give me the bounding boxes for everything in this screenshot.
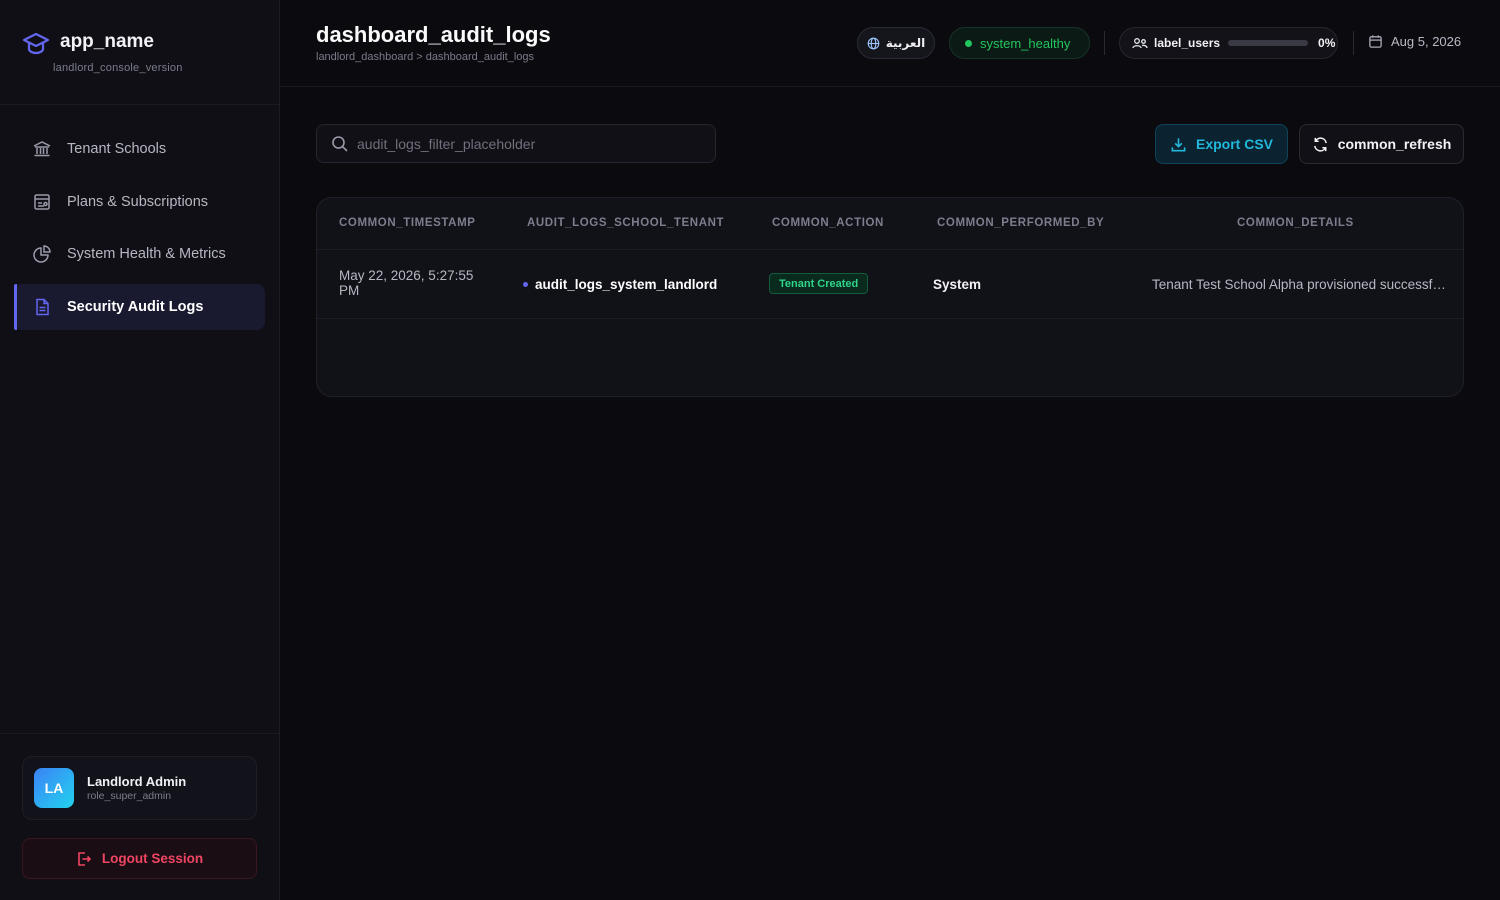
divider [1353, 31, 1354, 55]
school-building-icon [32, 139, 52, 159]
column-header-performed-by[interactable]: COMMON_PERFORMED_BY [937, 217, 1104, 229]
tenant-dot [523, 282, 528, 287]
current-date: Aug 5, 2026 [1368, 34, 1461, 49]
graduation-cap-icon [22, 32, 50, 55]
sidebar-item-label: Plans & Subscriptions [67, 193, 209, 210]
date-label: Aug 5, 2026 [1391, 34, 1462, 49]
language-label: العربية [885, 36, 926, 50]
sidebar-footer: LA Landlord Admin role_super_admin Logou… [0, 733, 279, 900]
sidebar-nav: Tenant Schools Plans & Subscriptions Sys… [14, 126, 265, 336]
toolbar: Export CSV common_refresh [316, 124, 1464, 164]
sidebar-item-label: System Health & Metrics [67, 246, 226, 262]
column-header-tenant[interactable]: AUDIT_LOGS_SCHOOL_TENANT [527, 217, 724, 229]
document-icon [32, 297, 52, 317]
subscription-card-icon [32, 192, 52, 212]
audit-logs-table: COMMON_TIMESTAMP AUDIT_LOGS_SCHOOL_TENAN… [316, 197, 1464, 397]
health-status-dot [965, 39, 972, 47]
tenant-name: audit_logs_system_landlord [535, 277, 718, 292]
users-label: label_users [1154, 36, 1221, 50]
sidebar-item-system-health[interactable]: System Health & Metrics [14, 231, 265, 277]
globe-icon [867, 37, 880, 49]
refresh-icon [1313, 136, 1327, 152]
search-icon [332, 135, 348, 152]
breadcrumb: landlord_dashboard > dashboard_audit_log… [316, 51, 535, 63]
download-icon [1171, 137, 1186, 151]
pie-chart-icon [32, 244, 52, 264]
sidebar-item-security-audit-logs[interactable]: Security Audit Logs [14, 283, 265, 330]
sidebar-item-label: Tenant Schools [67, 141, 167, 157]
refresh-button[interactable]: common_refresh [1299, 124, 1464, 164]
cell-tenant: audit_logs_system_landlord [523, 277, 717, 292]
sidebar-item-plans-subscriptions[interactable]: Plans & Subscriptions [14, 179, 265, 225]
divider [1104, 31, 1105, 55]
logout-icon [78, 851, 92, 866]
health-label: system_healthy [980, 35, 1071, 51]
brand: app_name landlord_console_version [0, 0, 279, 105]
cell-timestamp: May 22, 2026, 5:27:55 PM [339, 268, 474, 298]
sidebar-item-tenant-schools[interactable]: Tenant Schools [14, 126, 265, 172]
column-header-timestamp[interactable]: COMMON_TIMESTAMP [339, 217, 476, 229]
cell-performed-by: System [933, 277, 982, 292]
logout-button[interactable]: Logout Session [22, 838, 257, 879]
sidebar: app_name landlord_console_version Tenant… [0, 0, 280, 900]
export-csv-button[interactable]: Export CSV [1155, 124, 1288, 164]
table-row[interactable]: May 22, 2026, 5:27:55 PM audit_logs_syst… [317, 250, 1463, 319]
search-input[interactable] [357, 135, 697, 152]
system-health-badge: system_healthy [949, 27, 1090, 59]
user-role: role_super_admin [87, 790, 172, 802]
refresh-label: common_refresh [1337, 136, 1452, 152]
logout-label: Logout Session [101, 851, 204, 866]
user-card[interactable]: LA Landlord Admin role_super_admin [22, 756, 257, 820]
top-header: dashboard_audit_logs landlord_dashboard … [280, 0, 1500, 87]
app-name: app_name [60, 31, 154, 52]
action-badge: Tenant Created [769, 273, 869, 294]
users-percent: 0% [1318, 36, 1336, 50]
export-label: Export CSV [1195, 136, 1273, 152]
users-progress-bar [1228, 40, 1309, 46]
users-usage-indicator: label_users 0% [1119, 27, 1338, 59]
table-header: COMMON_TIMESTAMP AUDIT_LOGS_SCHOOL_TENAN… [317, 198, 1463, 250]
sidebar-item-label: Security Audit Logs [67, 298, 204, 315]
column-header-details[interactable]: COMMON_DETAILS [1237, 217, 1354, 229]
calendar-icon [1369, 35, 1382, 48]
users-icon [1132, 38, 1148, 49]
page-title: dashboard_audit_logs [316, 22, 551, 47]
avatar: LA [34, 768, 74, 808]
search-box [316, 124, 716, 163]
user-name: Landlord Admin [87, 774, 187, 789]
column-header-action[interactable]: COMMON_ACTION [772, 217, 884, 229]
cell-details: Tenant Test School Alpha provisioned suc… [1152, 277, 1452, 292]
language-switcher[interactable]: العربية [857, 27, 935, 59]
app-version: landlord_console_version [53, 62, 183, 74]
